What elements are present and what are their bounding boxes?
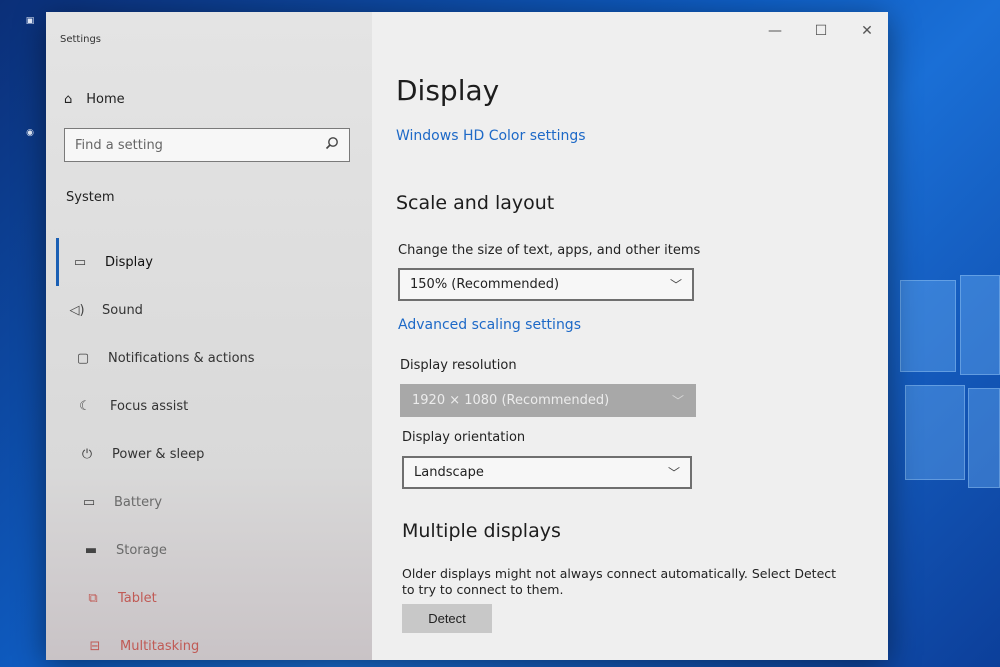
- sidebar-item-tablet[interactable]: ⧉ Tablet: [56, 574, 356, 622]
- monitor-icon: ▭: [73, 254, 87, 270]
- settings-window: Settings ⌂ Home Find a setting System ▭ …: [46, 12, 888, 660]
- sidebar-item-display[interactable]: ▭ Display: [56, 238, 356, 286]
- scale-dropdown[interactable]: 150% (Recommended) ﹀: [398, 268, 694, 301]
- home-label: Home: [86, 92, 125, 107]
- chevron-down-icon: ﹀: [669, 278, 682, 292]
- search-placeholder: Find a setting: [75, 137, 163, 153]
- resolution-dropdown: 1920 × 1080 (Recommended) ﹀: [400, 384, 696, 417]
- wallpaper-pane: [900, 280, 956, 372]
- resolution-label: Display resolution: [400, 358, 517, 373]
- search-input[interactable]: Find a setting: [64, 128, 350, 162]
- sidebar-item-sound[interactable]: ◁) Sound: [56, 286, 356, 334]
- desktop-shortcut-icon[interactable]: ◉: [10, 128, 50, 168]
- notification-icon: ▢: [76, 350, 90, 366]
- sidebar-item-label: Storage: [116, 542, 167, 558]
- sidebar-item-label: Sound: [102, 302, 143, 318]
- advanced-scaling-link[interactable]: Advanced scaling settings: [398, 317, 581, 333]
- chevron-down-icon: ﹀: [671, 394, 684, 408]
- scale-label: Change the size of text, apps, and other…: [398, 243, 701, 258]
- multitasking-icon: ⊟: [89, 638, 101, 654]
- desktop-shortcut-icon[interactable]: ▣: [10, 16, 50, 56]
- scale-value: 150% (Recommended): [410, 277, 560, 292]
- wallpaper-pane: [905, 385, 965, 480]
- tablet-icon: ⧉: [88, 590, 98, 606]
- multiple-displays-text: Older displays might not always connect …: [402, 566, 837, 597]
- storage-icon: ▬: [84, 542, 98, 558]
- chevron-down-icon: ﹀: [667, 466, 680, 480]
- window-controls: — ☐ ✕: [766, 22, 876, 40]
- multiple-displays-heading: Multiple displays: [402, 520, 561, 542]
- sidebar-item-label: Tablet: [118, 590, 157, 606]
- main-content: — ☐ ✕ Display Windows HD Color settings …: [372, 12, 888, 660]
- sidebar-item-label: Focus assist: [110, 398, 189, 414]
- hd-color-settings-link[interactable]: Windows HD Color settings: [396, 128, 586, 144]
- section-label-system: System: [66, 190, 115, 205]
- orientation-value: Landscape: [414, 465, 484, 480]
- orientation-dropdown[interactable]: Landscape ﹀: [402, 456, 692, 489]
- home-nav-item[interactable]: ⌂ Home: [64, 92, 125, 107]
- resolution-value: 1920 × 1080 (Recommended): [412, 393, 610, 408]
- orientation-label: Display orientation: [402, 430, 526, 445]
- sidebar-item-battery[interactable]: ▭ Battery: [56, 478, 356, 526]
- search-icon[interactable]: [325, 136, 339, 154]
- sidebar-item-label: Power & sleep: [112, 446, 205, 462]
- sidebar: Settings ⌂ Home Find a setting System ▭ …: [46, 12, 372, 660]
- maximize-button[interactable]: ☐: [812, 22, 830, 40]
- sidebar-item-label: Battery: [114, 494, 163, 510]
- scale-layout-heading: Scale and layout: [396, 192, 555, 214]
- sidebar-item-notifications[interactable]: ▢ Notifications & actions: [56, 334, 356, 382]
- window-title: Settings: [60, 34, 102, 45]
- sidebar-item-power-sleep[interactable]: ⏻ Power & sleep: [56, 430, 356, 478]
- sidebar-item-label: Display: [105, 254, 153, 270]
- moon-icon: ☾: [79, 398, 91, 414]
- sidebar-item-focus-assist[interactable]: ☾ Focus assist: [56, 382, 356, 430]
- battery-icon: ▭: [82, 494, 96, 510]
- sidebar-nav: ▭ Display ◁) Sound ▢ Notifications & act…: [56, 238, 356, 660]
- sidebar-item-storage[interactable]: ▬ Storage: [56, 526, 356, 574]
- sidebar-item-multitasking[interactable]: ⊟ Multitasking: [56, 622, 356, 660]
- minimize-button[interactable]: —: [766, 22, 784, 40]
- close-button[interactable]: ✕: [858, 22, 876, 40]
- home-icon: ⌂: [64, 92, 73, 107]
- speaker-icon: ◁): [69, 302, 85, 318]
- page-title: Display: [396, 74, 500, 107]
- sidebar-item-label: Multitasking: [120, 638, 200, 654]
- power-icon: ⏻: [81, 446, 93, 462]
- detect-button[interactable]: Detect: [402, 604, 492, 633]
- wallpaper-pane: [960, 275, 1000, 375]
- wallpaper-pane: [968, 388, 1000, 488]
- sidebar-item-label: Notifications & actions: [108, 350, 255, 366]
